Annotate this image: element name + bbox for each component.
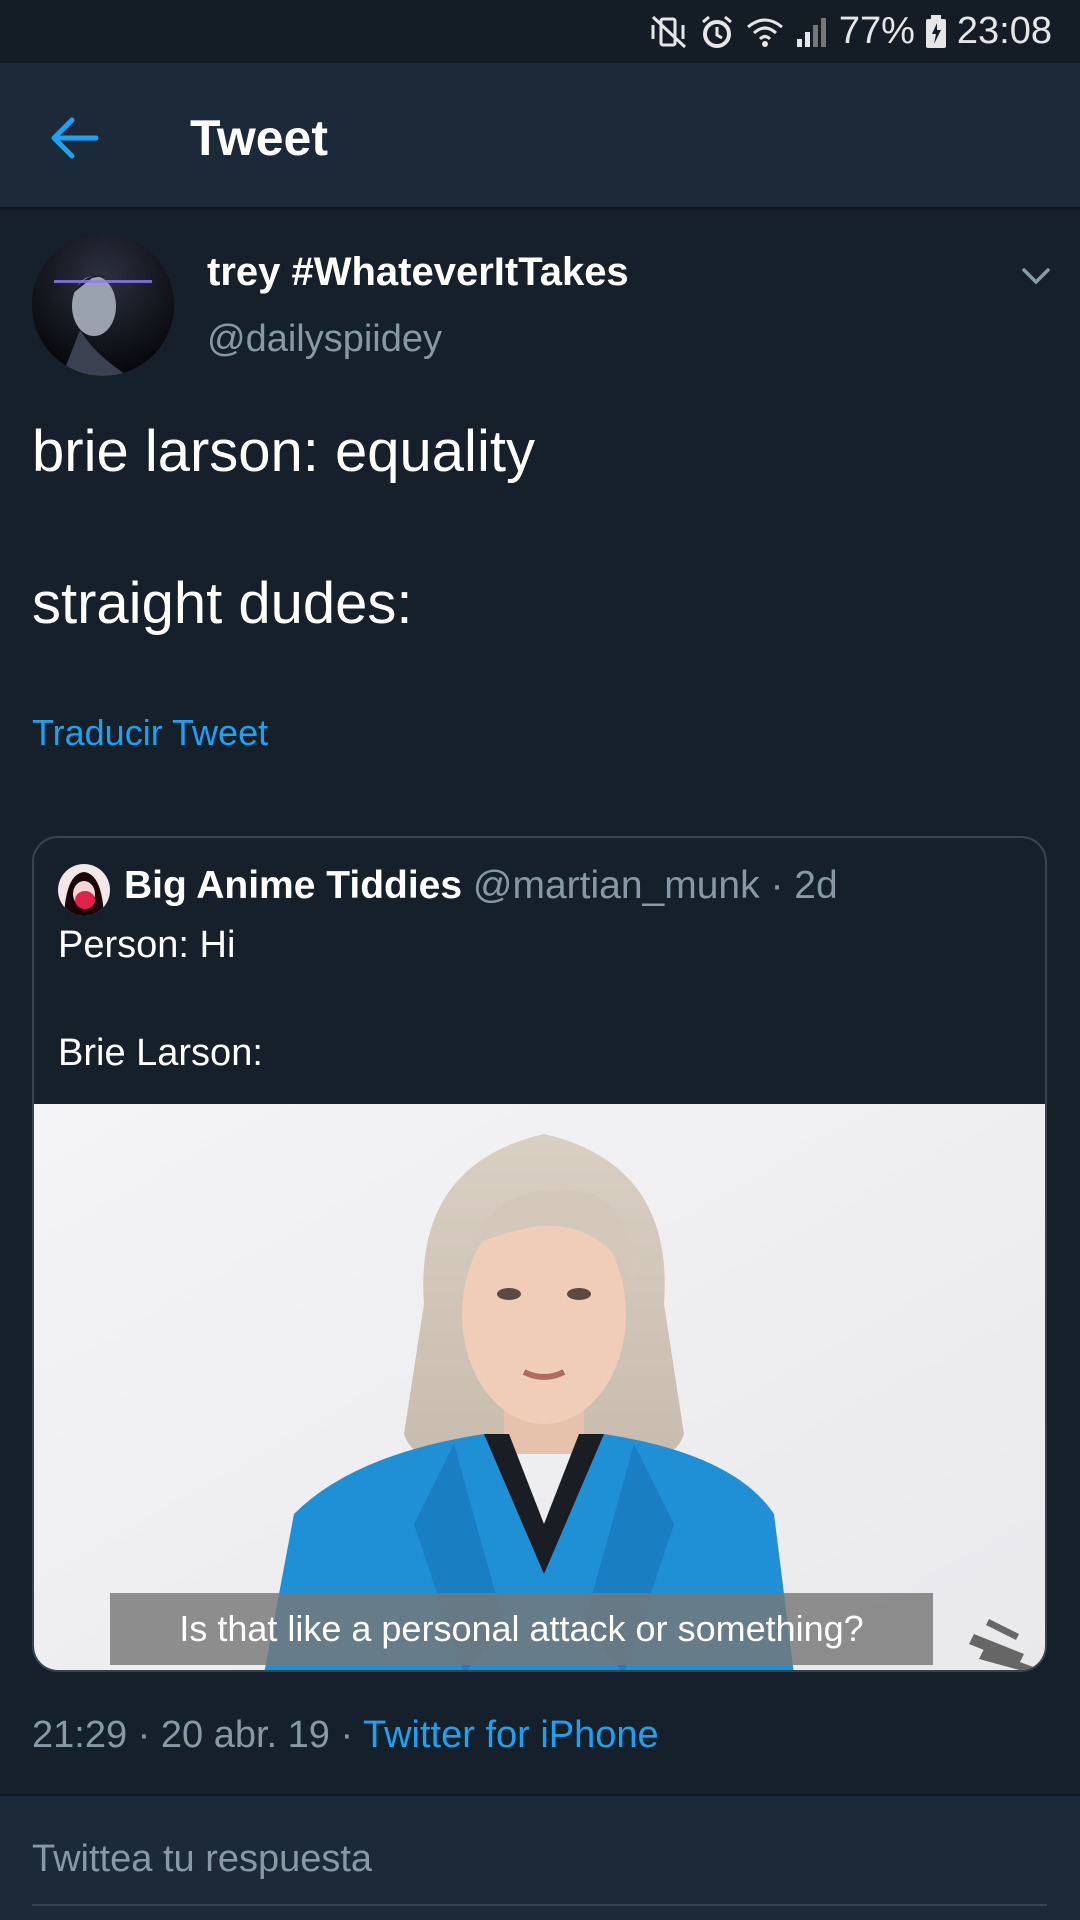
signal-icon (795, 15, 829, 49)
video-caption: Is that like a personal attack or someth… (110, 1593, 933, 1665)
alarm-icon (699, 14, 735, 50)
reply-bar: Twittea tu respuesta (0, 1796, 1080, 1920)
battery-percent: 77% (838, 10, 915, 52)
quoted-tweet[interactable]: Big Anime Tiddies @martian_munk · 2d Per… (32, 836, 1047, 1672)
quoted-author-avatar (58, 864, 110, 916)
quoted-media-image[interactable]: Is that like a personal attack or someth… (34, 1104, 1045, 1670)
wifi-icon (745, 15, 785, 49)
back-button[interactable] (40, 103, 110, 173)
author-avatar[interactable] (32, 234, 174, 376)
reply-input-underline (32, 1904, 1047, 1906)
quoted-text-line-2: Brie Larson: (58, 1032, 263, 1074)
quoted-author-name: Big Anime Tiddies (124, 864, 463, 907)
chevron-down-icon (1022, 268, 1050, 285)
quoted-text-line-1: Person: Hi (58, 924, 236, 966)
app-bar: Tweet (0, 63, 1080, 210)
quoted-separator: · (759, 864, 795, 907)
tweet-source-link[interactable]: Twitter for iPhone (363, 1714, 659, 1756)
arrow-left-icon (51, 117, 99, 159)
status-bar: 77% 23:08 (0, 0, 1080, 63)
clock: 23:08 (956, 10, 1052, 52)
quoted-author-handle: @martian_munk (472, 864, 760, 907)
tweet-text-line-1: brie larson: equality (32, 419, 535, 484)
mute-vibrate-icon (649, 15, 689, 49)
quoted-header: Big Anime Tiddies @martian_munk · 2d (124, 864, 838, 908)
reply-input[interactable]: Twittea tu respuesta (32, 1838, 372, 1881)
tweet-options-button[interactable] (1018, 258, 1054, 294)
tweet-timestamp: 21:29 · 20 abr. 19 · (32, 1714, 363, 1756)
author-handle[interactable]: @dailyspiidey (207, 318, 442, 361)
tweet-text-line-2: straight dudes: (32, 571, 413, 636)
battery-charging-icon (925, 14, 947, 49)
quoted-tweet-age: 2d (794, 864, 838, 907)
author-name[interactable]: trey #WhateverItTakes (207, 250, 629, 295)
tweet-meta: 21:29 · 20 abr. 19 · Twitter for iPhone (32, 1714, 659, 1757)
translate-tweet-link[interactable]: Traducir Tweet (32, 712, 268, 754)
page-title: Tweet (190, 110, 328, 166)
